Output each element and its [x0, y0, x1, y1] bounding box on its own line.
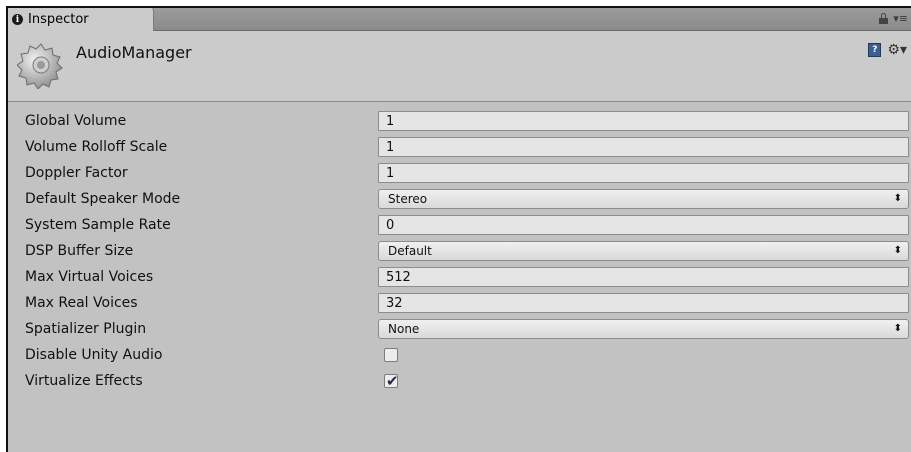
tab-bar-controls: ▾≡ — [879, 13, 908, 24]
audio-manager-gear-icon — [17, 43, 63, 89]
dropdown-arrows-icon: ⬍ — [893, 193, 902, 204]
row-max-virtual-voices: Max Virtual Voices 512 — [8, 265, 911, 291]
max-real-voices-field[interactable]: 32 — [378, 293, 909, 313]
dropdown-value: None — [388, 322, 420, 336]
row-spatializer-plugin: Spatializer Plugin None ⬍ — [8, 317, 911, 343]
property-list: Global Volume 1 Volume Rolloff Scale 1 D… — [8, 109, 911, 395]
property-label: Volume Rolloff Scale — [25, 139, 168, 155]
row-max-real-voices: Max Real Voices 32 — [8, 291, 911, 317]
property-label: Max Virtual Voices — [25, 269, 154, 285]
dropdown-value: Stereo — [388, 192, 428, 206]
system-sample-rate-field[interactable]: 0 — [378, 215, 909, 235]
disable-unity-audio-checkbox[interactable] — [384, 348, 398, 362]
property-label: DSP Buffer Size — [25, 243, 134, 259]
component-header: AudioManager ? ⚙▾ — [8, 31, 911, 102]
component-title: AudioManager — [76, 43, 192, 62]
property-label: Max Real Voices — [25, 295, 138, 311]
property-label: Doppler Factor — [25, 165, 128, 181]
tab-menu-icon[interactable]: ▾≡ — [893, 13, 908, 24]
global-volume-field[interactable]: 1 — [378, 111, 909, 131]
row-global-volume: Global Volume 1 — [8, 109, 911, 135]
max-virtual-voices-field[interactable]: 512 — [378, 267, 909, 287]
spatializer-plugin-dropdown[interactable]: None ⬍ — [378, 319, 909, 339]
row-system-sample-rate: System Sample Rate 0 — [8, 213, 911, 239]
row-dsp-buffer-size: DSP Buffer Size Default ⬍ — [8, 239, 911, 265]
property-label: Global Volume — [25, 113, 127, 129]
gear-icon[interactable]: ⚙▾ — [887, 43, 907, 57]
doppler-factor-field[interactable]: 1 — [378, 163, 909, 183]
inspector-window: i Inspector ▾≡ AudioManager ? ⚙▾ Global … — [6, 6, 911, 452]
row-disable-unity-audio: Disable Unity Audio — [8, 343, 911, 369]
tab-inspector[interactable]: i Inspector — [8, 8, 154, 31]
row-volume-rolloff-scale: Volume Rolloff Scale 1 — [8, 135, 911, 161]
virtualize-effects-checkbox[interactable]: ✔ — [384, 372, 399, 390]
tab-label: Inspector — [28, 12, 89, 27]
dsp-buffer-size-dropdown[interactable]: Default ⬍ — [378, 241, 909, 261]
dropdown-arrows-icon: ⬍ — [893, 245, 902, 256]
row-doppler-factor: Doppler Factor 1 — [8, 161, 911, 187]
default-speaker-mode-dropdown[interactable]: Stereo ⬍ — [378, 189, 909, 209]
row-virtualize-effects: Virtualize Effects ✔ — [8, 369, 911, 395]
volume-rolloff-scale-field[interactable]: 1 — [378, 137, 909, 157]
row-default-speaker-mode: Default Speaker Mode Stereo ⬍ — [8, 187, 911, 213]
info-icon: i — [12, 14, 23, 25]
lock-icon[interactable] — [879, 13, 889, 24]
property-label: Default Speaker Mode — [25, 191, 181, 207]
property-label: Virtualize Effects — [25, 373, 143, 389]
dropdown-value: Default — [388, 244, 432, 258]
tab-bar: i Inspector ▾≡ — [8, 8, 911, 31]
property-label: System Sample Rate — [25, 217, 171, 233]
property-label: Spatializer Plugin — [25, 321, 147, 337]
dropdown-arrows-icon: ⬍ — [893, 323, 902, 334]
help-icon[interactable]: ? — [868, 43, 882, 57]
header-icons: ? ⚙▾ — [868, 43, 907, 57]
property-label: Disable Unity Audio — [25, 347, 163, 363]
checkmark-icon: ✔ — [386, 372, 399, 390]
